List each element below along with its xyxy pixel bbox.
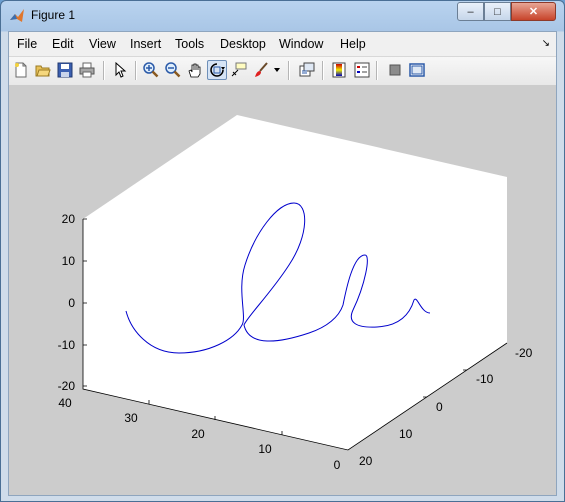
toolbar-separator	[135, 61, 137, 80]
y-tick-label: 30	[124, 411, 138, 425]
data-cursor-icon[interactable]	[229, 60, 249, 80]
matlab-logo-icon	[10, 9, 24, 22]
menu-edit[interactable]: Edit	[52, 37, 74, 51]
window-title: Figure 1	[31, 8, 76, 22]
y-tick-label: 20	[191, 427, 205, 441]
toolbar-separator	[103, 61, 105, 80]
zoom-out-icon[interactable]	[163, 60, 183, 80]
hide-plot-tools-icon[interactable]	[385, 60, 405, 80]
x-tick-label: 20	[359, 454, 373, 468]
axes-box	[83, 115, 507, 450]
rotate-3d-icon[interactable]	[207, 60, 227, 80]
maximize-button[interactable]: □	[484, 2, 511, 21]
z-tick-label: 20	[62, 212, 76, 226]
figure-window: Figure 1 – □ ✕ File Edit View Insert Too…	[0, 0, 565, 502]
show-plot-tools-icon[interactable]	[407, 60, 427, 80]
axes-3d[interactable]: 20 10 0 -10 -20 40 30 20 10 0 -20 -10 0 …	[9, 85, 556, 495]
save-icon[interactable]	[55, 60, 75, 80]
minimize-button[interactable]: –	[457, 2, 484, 21]
figure-canvas[interactable]: 20 10 0 -10 -20 40 30 20 10 0 -20 -10 0 …	[9, 85, 556, 495]
z-tick-label: -10	[58, 338, 76, 352]
menu-view[interactable]: View	[89, 37, 116, 51]
figure-client-area: File Edit View Insert Tools Desktop Wind…	[8, 31, 557, 496]
toolbar-separator	[322, 61, 324, 80]
z-tick-label: -20	[58, 379, 76, 393]
menu-insert[interactable]: Insert	[130, 37, 161, 51]
legend-icon[interactable]	[352, 60, 372, 80]
figure-toolbar	[9, 56, 556, 86]
brush-icon[interactable]	[251, 60, 271, 80]
open-file-icon[interactable]	[33, 60, 53, 80]
dock-arrow-icon[interactable]: ↘	[542, 38, 550, 49]
x-tick-label: -10	[476, 372, 494, 386]
toolbar-separator	[376, 61, 378, 80]
y-tick-label: 10	[258, 442, 272, 456]
new-figure-icon[interactable]	[11, 60, 31, 80]
colorbar-icon[interactable]	[329, 60, 349, 80]
z-tick-label: 10	[62, 254, 76, 268]
y-tick-label: 0	[334, 458, 341, 472]
menu-desktop[interactable]: Desktop	[220, 37, 266, 51]
x-tick-label: 0	[436, 400, 443, 414]
zoom-in-icon[interactable]	[141, 60, 161, 80]
pan-hand-icon[interactable]	[185, 60, 205, 80]
menu-window[interactable]: Window	[279, 37, 323, 51]
z-tick-label: 0	[68, 296, 75, 310]
menu-help[interactable]: Help	[340, 37, 366, 51]
x-tick-label: -20	[515, 346, 533, 360]
title-bar[interactable]: Figure 1 – □ ✕	[1, 1, 564, 31]
x-tick-label: 10	[399, 427, 413, 441]
menu-bar: File Edit View Insert Tools Desktop Wind…	[9, 32, 556, 56]
brush-dropdown-icon[interactable]	[272, 60, 282, 80]
close-button[interactable]: ✕	[511, 2, 556, 21]
menu-file[interactable]: File	[17, 37, 37, 51]
link-plot-icon[interactable]	[297, 60, 317, 80]
pointer-arrow-icon[interactable]	[110, 60, 130, 80]
print-icon[interactable]	[77, 60, 97, 80]
menu-tools[interactable]: Tools	[175, 37, 204, 51]
toolbar-separator	[288, 61, 290, 80]
y-tick-label: 40	[58, 396, 72, 410]
z-axis: 20 10 0 -10 -20	[58, 212, 87, 393]
